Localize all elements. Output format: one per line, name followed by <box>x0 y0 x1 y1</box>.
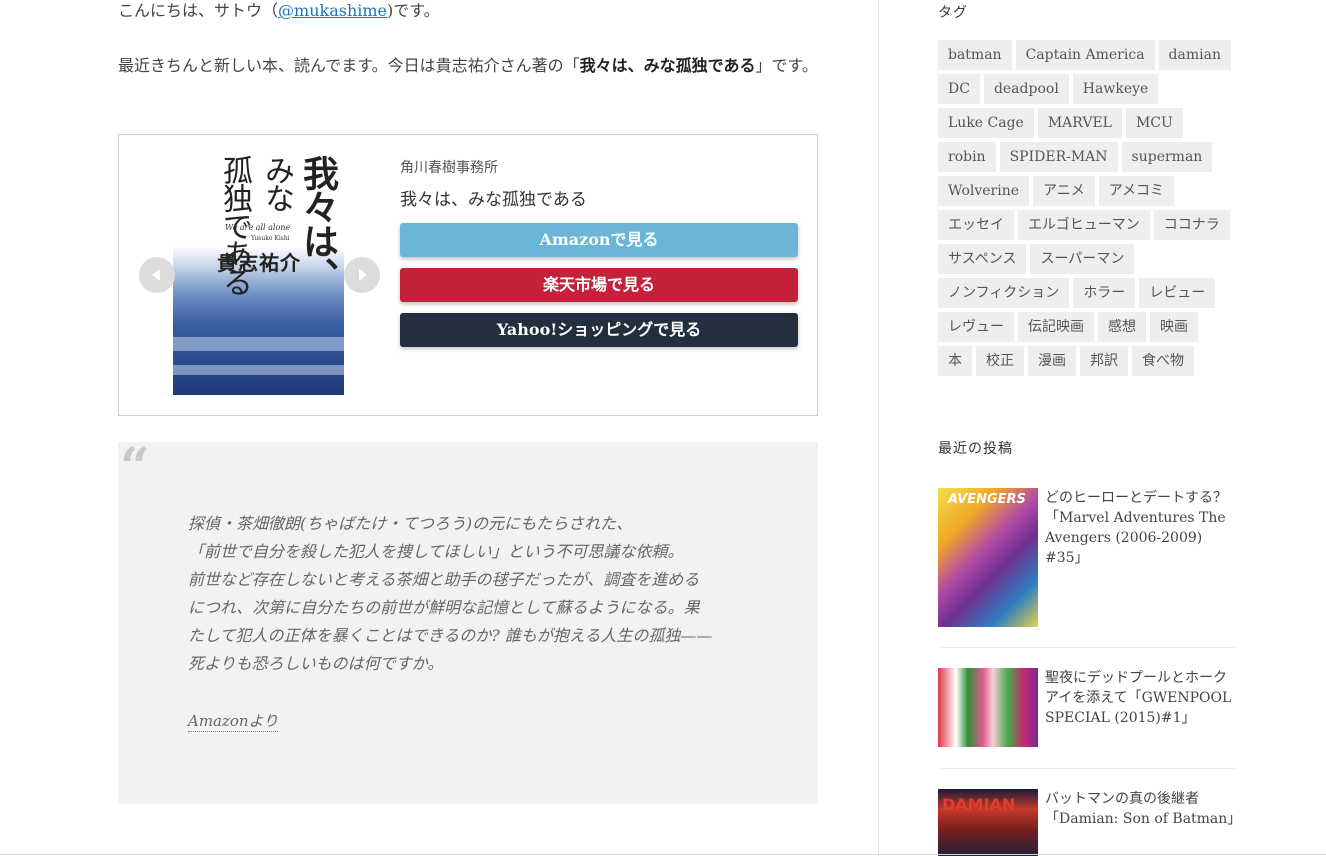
tag-link[interactable]: MARVEL <box>1037 108 1122 138</box>
post-separator <box>938 768 1238 769</box>
quote-line: たして犯人の正体を暴くことはできるのか? 誰もが抱える人生の孤独—— <box>188 626 713 645</box>
next-image-button[interactable] <box>344 257 380 293</box>
tag-link[interactable]: damian <box>1158 40 1231 70</box>
tag-link[interactable]: Luke Cage <box>938 108 1034 138</box>
tag-cloud: batman Captain America damian DC deadpoo… <box>938 40 1238 380</box>
product-publisher: 角川春樹事務所 <box>400 160 498 176</box>
tag-link[interactable]: Captain America <box>1015 40 1155 70</box>
tag-link[interactable]: アメコミ <box>1098 176 1175 206</box>
book-cover-image[interactable]: 我々は、 みな 孤独である We are all alone Yusuke Ki… <box>173 155 344 395</box>
cover-wave <box>173 337 344 351</box>
quote-source-link[interactable]: Amazonより <box>188 710 279 732</box>
tag-link[interactable]: 校正 <box>976 346 1024 376</box>
quote-line: 「前世で自分を殺した犯人を捜してほしい」という不可思議な依頼。 <box>188 542 684 561</box>
quote-mark-icon: “ <box>120 437 150 498</box>
tag-link[interactable]: deadpool <box>983 74 1069 104</box>
tag-link[interactable]: エッセイ <box>938 210 1014 240</box>
cover-wave <box>173 365 344 375</box>
tags-heading: タグ <box>938 5 968 21</box>
amazon-button[interactable]: Amazonで見る <box>400 223 798 257</box>
post-title-link[interactable]: 聖夜にデッドプールとホークアイを添えて「GWENPOOL SPECIAL (20… <box>1045 668 1235 728</box>
tag-link[interactable]: レビュー <box>1139 278 1216 308</box>
tag-link[interactable]: robin <box>938 142 996 172</box>
post-thumbnail[interactable]: AVENGERS <box>938 488 1038 627</box>
tag-link[interactable]: エルゴヒューマン <box>1018 210 1150 240</box>
tag-link[interactable]: ココナラ <box>1153 210 1230 240</box>
thumbnail-logo: AVENGERS <box>948 492 1026 507</box>
tag-link[interactable]: Wolverine <box>938 176 1030 206</box>
tag-link[interactable]: 伝記映画 <box>1018 312 1094 342</box>
blockquote: “ 探偵・茶畑徹朗(ちゃばたけ・てつろう)の元にもたらされた、 「前世で自分を殺… <box>118 442 818 804</box>
post-thumbnail[interactable] <box>938 668 1038 747</box>
product-title[interactable]: 我々は、みな孤独である <box>400 185 587 210</box>
post-title-link[interactable]: バットマンの真の後継者「Damian: Son of Batman」 <box>1045 789 1241 829</box>
quote-text: 探偵・茶畑徹朗(ちゃばたけ・てつろう)の元にもたらされた、 「前世で自分を殺した… <box>188 510 778 678</box>
tag-link[interactable]: 映画 <box>1150 312 1198 342</box>
thumbnail-logo: DAMIAN <box>942 795 1016 814</box>
twitter-link[interactable]: @mukashime <box>278 1 387 20</box>
cover-author: 貴志祐介 <box>217 251 301 275</box>
greeting-suffix: )です。 <box>387 1 440 20</box>
tag-link[interactable]: 食べ物 <box>1132 346 1194 376</box>
tag-link[interactable]: サスペンス <box>938 244 1027 274</box>
intro-paragraph: 最近きちんと新しい本、読んでます。今日は貴志祐介さん著の「我々は、みな孤独である… <box>118 52 818 80</box>
rakuten-button[interactable]: 楽天市場で見る <box>400 268 798 302</box>
recent-posts-heading: 最近の投稿 <box>938 441 1013 457</box>
cover-english-title: We are all alone <box>225 223 291 232</box>
chevron-left-icon <box>152 269 160 281</box>
cover-title-line-1: 我々は、 <box>297 155 339 291</box>
tag-link[interactable]: 漫画 <box>1028 346 1076 376</box>
tag-link[interactable]: batman <box>938 40 1012 70</box>
yahoo-shopping-button[interactable]: Yahoo!ショッピングで見る <box>400 313 798 347</box>
greeting-paragraph: こんにちは、サトウ（@mukashime)です。 <box>118 0 440 22</box>
post-title-link[interactable]: どのヒーローとデートする？「Marvel Adventures The Aven… <box>1045 488 1235 568</box>
tag-link[interactable]: ホラー <box>1073 278 1136 308</box>
tag-link[interactable]: アニメ <box>1033 176 1095 206</box>
quote-line: につれ、次第に自分たちの前世が鮮明な記憶として蘇るようになる。果 <box>188 598 700 617</box>
tag-link[interactable]: 本 <box>938 346 972 376</box>
intro-book-title: 我々は、みな孤独である <box>579 56 756 75</box>
tag-link[interactable]: ノンフィクション <box>938 278 1070 308</box>
tag-link[interactable]: スーパーマン <box>1030 244 1135 274</box>
tag-link[interactable]: 邦訳 <box>1080 346 1128 376</box>
page-bottom-border <box>0 854 1326 855</box>
tag-link[interactable]: レヴュー <box>938 312 1014 342</box>
intro-suffix: 」です。 <box>755 56 818 75</box>
sidebar-divider <box>878 0 879 856</box>
product-box: 我々は、 みな 孤独である We are all alone Yusuke Ki… <box>118 134 818 416</box>
prev-image-button[interactable] <box>139 257 175 293</box>
tag-link[interactable]: superman <box>1121 142 1213 172</box>
quote-line: 前世など存在しないと考える茶畑と助手の毬子だったが、調査を進める <box>188 570 700 589</box>
cover-title-line-2: みな <box>259 155 294 211</box>
tag-link[interactable]: Hawkeye <box>1072 74 1159 104</box>
cover-romaji: Yusuke Kishi <box>251 235 290 242</box>
intro-prefix: 最近きちんと新しい本、読んでます。今日は貴志祐介さん著の「 <box>118 56 580 75</box>
quote-line: 探偵・茶畑徹朗(ちゃばたけ・てつろう)の元にもたらされた、 <box>188 514 633 533</box>
quote-line: 死よりも恐ろしいものは何ですか。 <box>188 654 444 673</box>
post-separator <box>938 647 1238 648</box>
tag-link[interactable]: MCU <box>1125 108 1183 138</box>
chevron-right-icon <box>359 269 367 281</box>
greeting-prefix: こんにちは、サトウ（ <box>118 1 279 20</box>
tag-link[interactable]: 感想 <box>1098 312 1146 342</box>
post-thumbnail[interactable]: DAMIAN <box>938 789 1038 856</box>
tag-link[interactable]: DC <box>938 74 980 104</box>
tag-link[interactable]: SPIDER-MAN <box>999 142 1118 172</box>
